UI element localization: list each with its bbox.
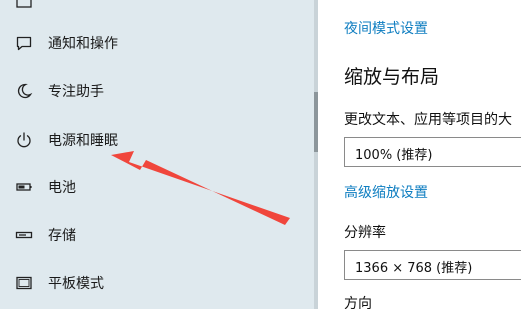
- annotation-arrow-shape: [111, 151, 290, 225]
- annotation-arrow: [111, 151, 290, 225]
